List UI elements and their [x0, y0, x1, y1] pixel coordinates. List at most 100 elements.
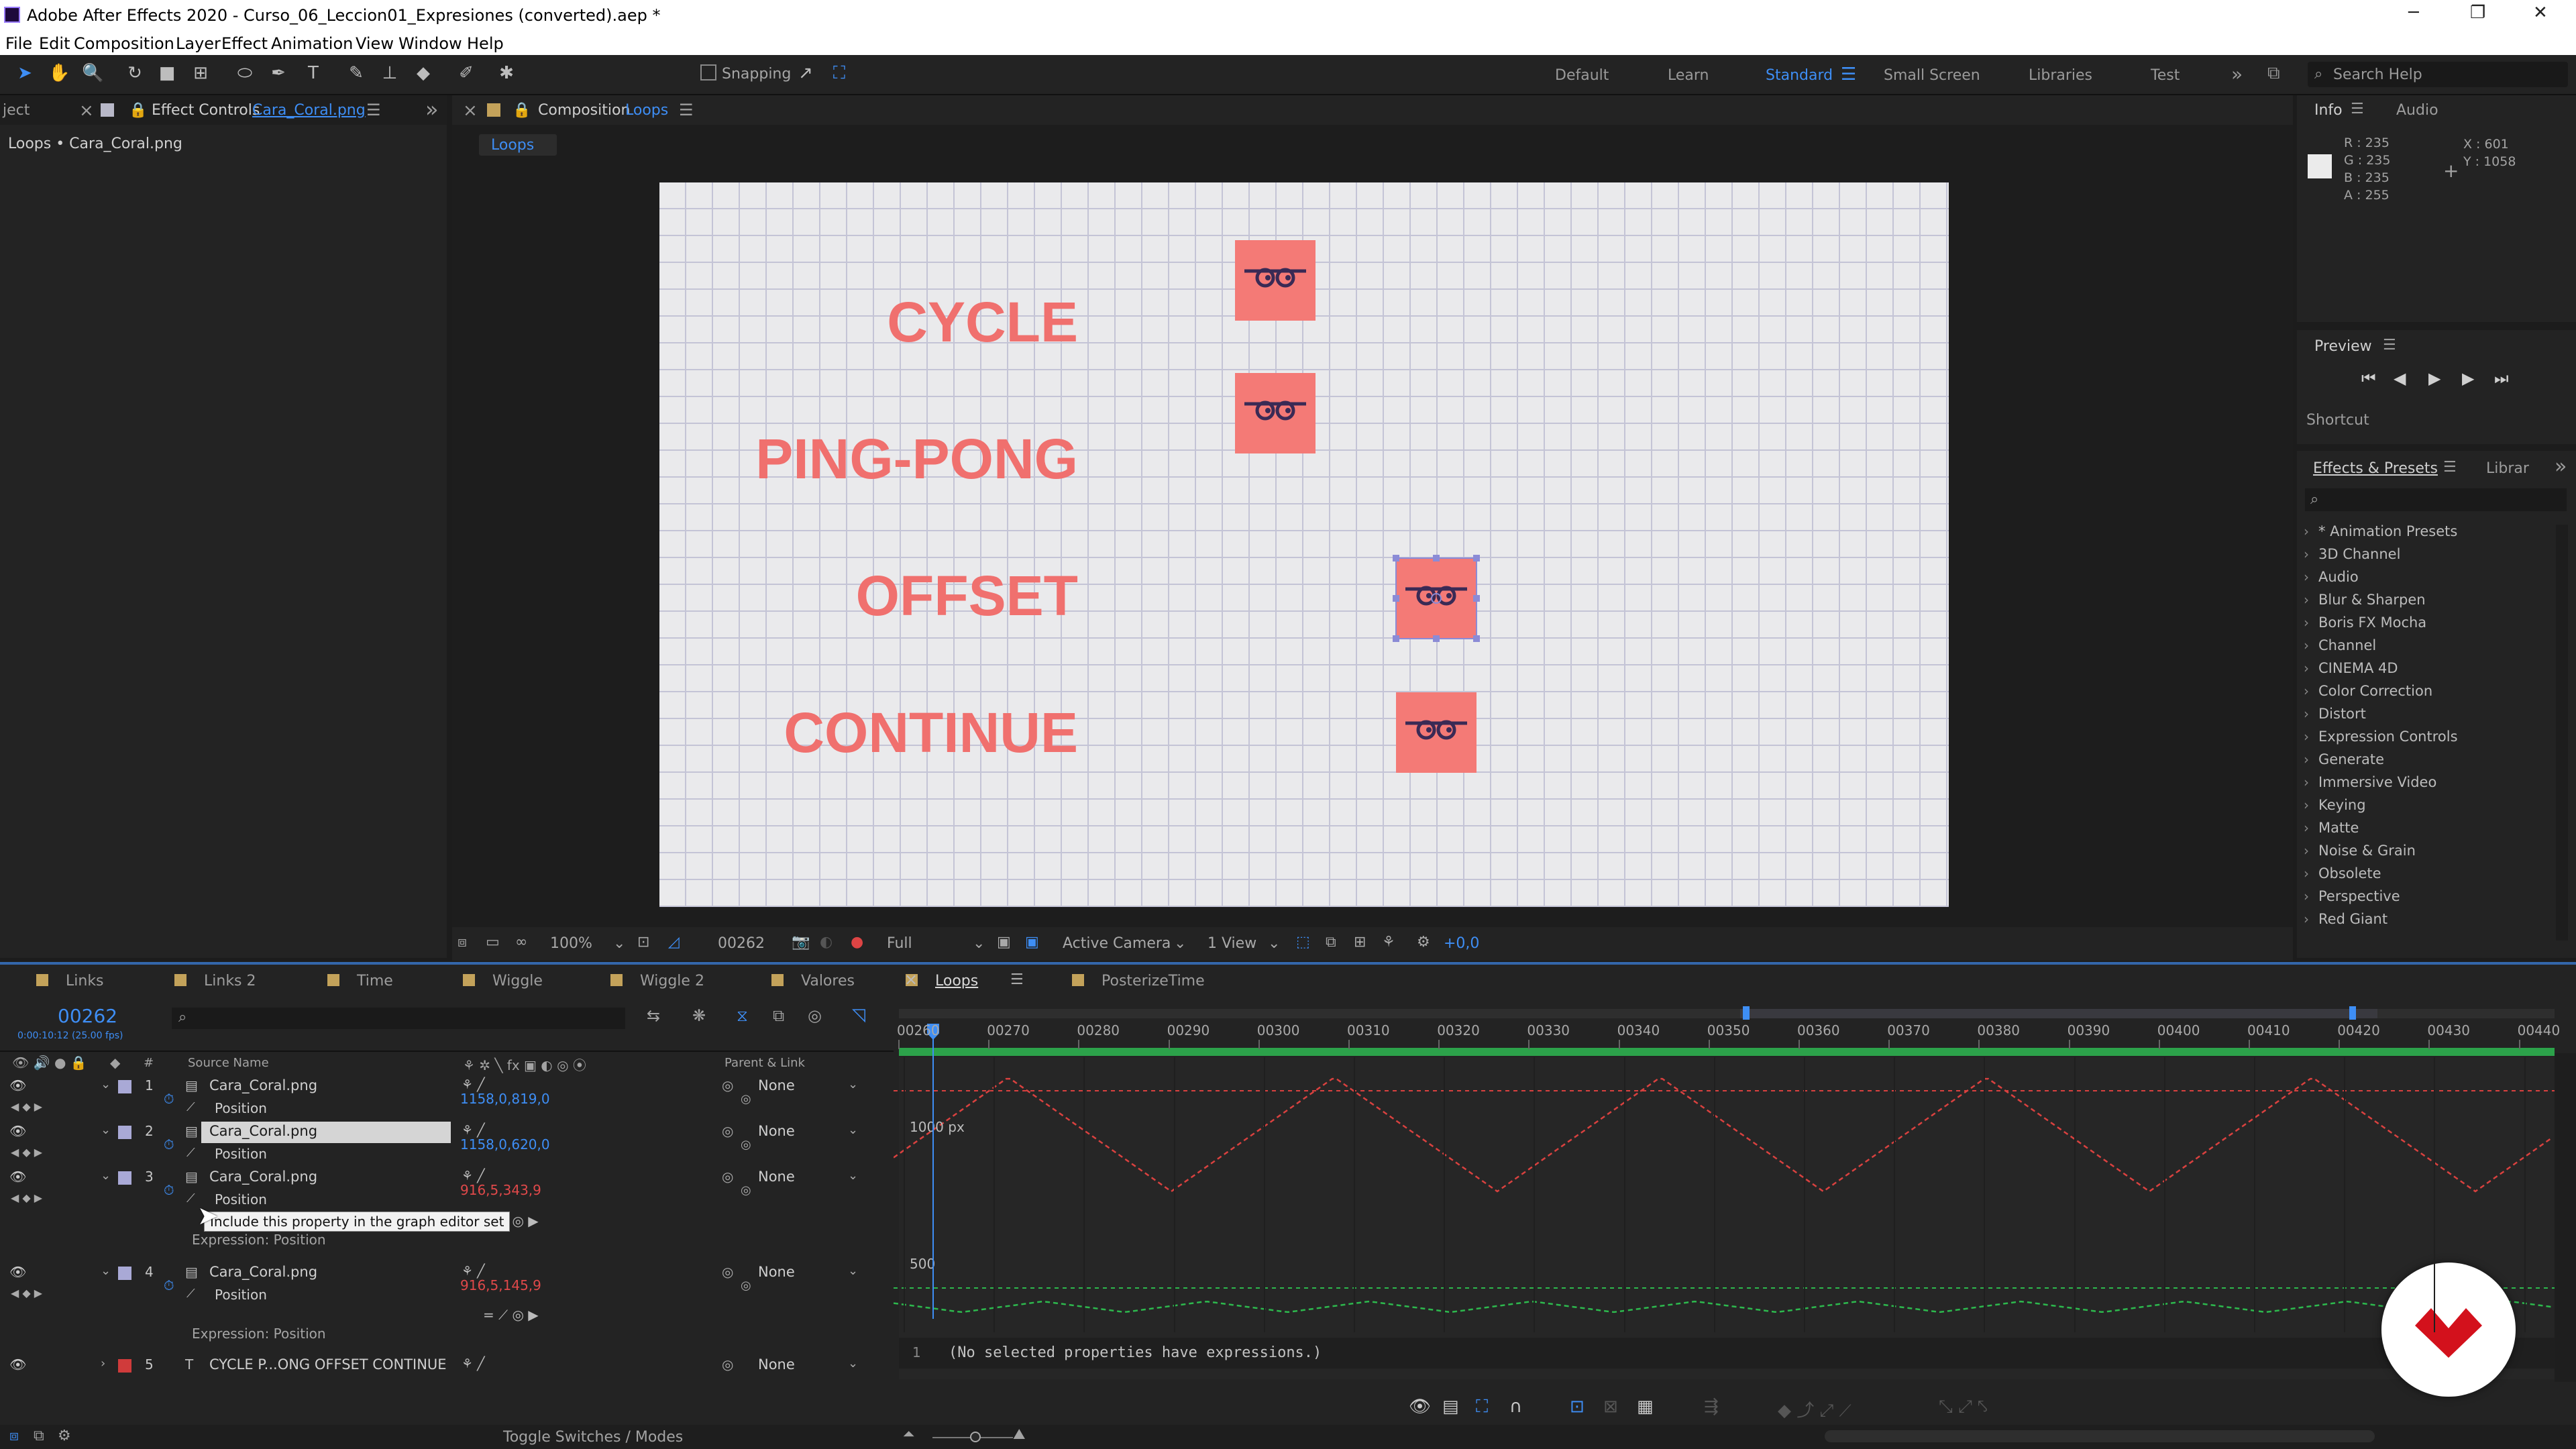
work-area-start-handle[interactable]: [1743, 1006, 1750, 1020]
toggle-switches-modes[interactable]: Toggle Switches / Modes: [503, 1429, 683, 1446]
menu-composition[interactable]: Composition: [74, 34, 174, 53]
zoom-tool-icon[interactable]: 🔍: [82, 63, 103, 83]
comp-flowchart-icon[interactable]: ❋: [692, 1006, 706, 1025]
effects-item[interactable]: Immersive Video: [2318, 774, 2436, 790]
graph-editor-icon[interactable]: ◹: [852, 1005, 865, 1025]
panel-menu-icon[interactable]: ☰: [366, 101, 381, 119]
expand-panels-icon[interactable]: »: [2555, 455, 2567, 478]
tab-effect-controls[interactable]: Effect Controls: [152, 102, 260, 119]
menu-help[interactable]: Help: [467, 34, 504, 53]
views-chevron-down-icon[interactable]: ⌄: [1268, 935, 1280, 952]
timeline-tab-valores[interactable]: Valores: [801, 973, 855, 989]
effects-chevron-right-icon[interactable]: ›: [2304, 569, 2309, 585]
expression-controls-icons[interactable]: = ⟋ ◎ ▶: [483, 1307, 539, 1323]
effects-item[interactable]: Generate: [2318, 751, 2384, 767]
timeline-tab-links[interactable]: Links: [66, 973, 104, 989]
parent-dropdown[interactable]: None: [758, 1169, 795, 1185]
playhead-line[interactable]: [932, 1024, 934, 1319]
easy-ease-icons[interactable]: ⤡ ⤢ ⤣: [1939, 1397, 1988, 1417]
effects-item[interactable]: Color Correction: [2318, 683, 2432, 699]
eraser-tool-icon[interactable]: ◆: [413, 63, 433, 83]
effects-item[interactable]: Audio: [2318, 569, 2359, 585]
more-workspaces-icon[interactable]: »: [2231, 63, 2243, 85]
label-color-swatch[interactable]: [118, 1080, 131, 1093]
parent-dropdown[interactable]: None: [758, 1123, 795, 1139]
snapshot-icon[interactable]: 📷: [792, 934, 810, 951]
effects-chevron-right-icon[interactable]: ›: [2304, 729, 2309, 745]
menu-view[interactable]: View: [356, 34, 394, 53]
fit-all-icon[interactable]: ▦: [1637, 1397, 1654, 1417]
switch-icons[interactable]: ⚘ ╱: [462, 1169, 485, 1183]
menu-layer[interactable]: Layer: [176, 34, 221, 53]
layer-name[interactable]: Cara_Coral.png: [209, 1123, 317, 1139]
toggle-pixel-aspect-icon[interactable]: ⬚: [1296, 934, 1310, 951]
effects-item[interactable]: 3D Channel: [2318, 546, 2400, 562]
effects-item[interactable]: * Animation Presets: [2318, 523, 2457, 539]
expression-editor[interactable]: 1 (No selected properties have expressio…: [899, 1338, 2555, 1368]
timeline-tab-wiggle-2[interactable]: Wiggle 2: [640, 973, 704, 989]
motion-blur-icon[interactable]: ◎: [808, 1006, 822, 1025]
edit-keyframe-icons[interactable]: ◆ ⤴ ⤢ ⟋: [1778, 1397, 1851, 1421]
keyframe-nav-icons[interactable]: ◀ ◆ ▶: [11, 1287, 42, 1299]
play-icon[interactable]: ▶: [2428, 369, 2440, 388]
col-source-name[interactable]: Source Name: [188, 1056, 269, 1070]
zoom-chevron-down-icon[interactable]: ⌄: [613, 935, 625, 952]
type-tool-icon[interactable]: T: [303, 63, 323, 83]
visibility-eye-icon[interactable]: 👁: [9, 1169, 26, 1185]
close-button[interactable]: ✕: [2533, 3, 2548, 23]
modes-icon[interactable]: ⧉: [34, 1428, 44, 1444]
lock-icon[interactable]: 🔒: [513, 102, 531, 119]
close-tab-icon[interactable]: ×: [79, 101, 94, 121]
panel-menu-icon[interactable]: ☰: [1010, 971, 1024, 988]
pickwhip-icon[interactable]: ◎: [741, 1138, 751, 1152]
switch-icons[interactable]: ⚘ ╱: [462, 1264, 485, 1279]
work-area-end-handle[interactable]: [2349, 1006, 2356, 1020]
zoom-dropdown[interactable]: 100%: [550, 935, 592, 952]
tab-project[interactable]: ject: [3, 102, 30, 119]
tab-effects-presets[interactable]: Effects & Presets: [2313, 460, 2438, 477]
expand-chevron-icon[interactable]: ›: [101, 1356, 105, 1371]
rotate-tool-icon[interactable]: ↻: [125, 63, 145, 83]
workspace-layout-icon[interactable]: ⧉: [2267, 63, 2280, 84]
effects-item[interactable]: Expression Controls: [2318, 729, 2458, 745]
resolution-dropdown[interactable]: Full: [887, 935, 912, 952]
last-frame-icon[interactable]: ⏭: [2494, 369, 2509, 388]
workspace-learn[interactable]: Learn: [1668, 67, 1709, 84]
always-preview-icon[interactable]: ⧈: [458, 934, 467, 951]
pen-tool-icon[interactable]: ✒: [268, 63, 288, 83]
menu-file[interactable]: File: [5, 34, 32, 53]
effects-chevron-right-icon[interactable]: ›: [2304, 637, 2309, 653]
label-color-swatch[interactable]: [118, 1126, 131, 1139]
pickwhip-icon[interactable]: ◎: [722, 1169, 733, 1185]
effects-chevron-right-icon[interactable]: ›: [2304, 774, 2309, 790]
switch-icons[interactable]: ⚘ ╱: [462, 1123, 485, 1138]
cara-coral-layer-3-selected[interactable]: [1393, 555, 1480, 642]
camera-dropdown[interactable]: Active Camera: [1063, 935, 1171, 952]
selection-handles[interactable]: [1389, 551, 1483, 645]
timeline-tab-wiggle[interactable]: Wiggle: [492, 973, 543, 989]
effects-chevron-right-icon[interactable]: ›: [2304, 546, 2309, 562]
hand-tool-icon[interactable]: ✋: [48, 63, 70, 83]
pickwhip-icon[interactable]: ◎: [722, 1264, 733, 1280]
search-help-input[interactable]: ⌕ Search Help: [2308, 62, 2568, 87]
effects-chevron-right-icon[interactable]: ›: [2304, 523, 2309, 539]
ellipse-tool-icon[interactable]: ⬭: [235, 63, 255, 83]
timeline-horizontal-scrollbar[interactable]: [1825, 1430, 2375, 1442]
parent-chevron-down-icon[interactable]: ⌄: [848, 1356, 858, 1371]
monitor-icon[interactable]: ▭: [486, 934, 500, 951]
timeline-icon[interactable]: ⊞: [1354, 934, 1366, 951]
snap-features-icon[interactable]: ⛶: [829, 63, 849, 83]
zoom-out-icon[interactable]: ⏶: [903, 1426, 915, 1443]
tab-audio[interactable]: Audio: [2396, 102, 2438, 119]
expand-chevron-icon[interactable]: ⌄: [101, 1169, 111, 1183]
workspace-test[interactable]: Test: [2151, 67, 2180, 84]
layer-name[interactable]: CYCLE P...ONG OFFSET CONTINUE: [209, 1356, 447, 1373]
graph-scrollbar[interactable]: [2555, 1053, 2576, 1382]
comp-flowchart-tab[interactable]: Loops: [479, 134, 557, 156]
workspace-standard[interactable]: Standard: [1766, 67, 1833, 84]
tab-composition[interactable]: Composition: [538, 102, 630, 119]
timeline-tab-links-2[interactable]: Links 2: [204, 973, 256, 989]
selection-tool-icon[interactable]: ➤: [15, 63, 35, 83]
workspace-libraries[interactable]: Libraries: [2029, 67, 2092, 84]
transform-box-icon[interactable]: ⛶: [1476, 1397, 1488, 1417]
